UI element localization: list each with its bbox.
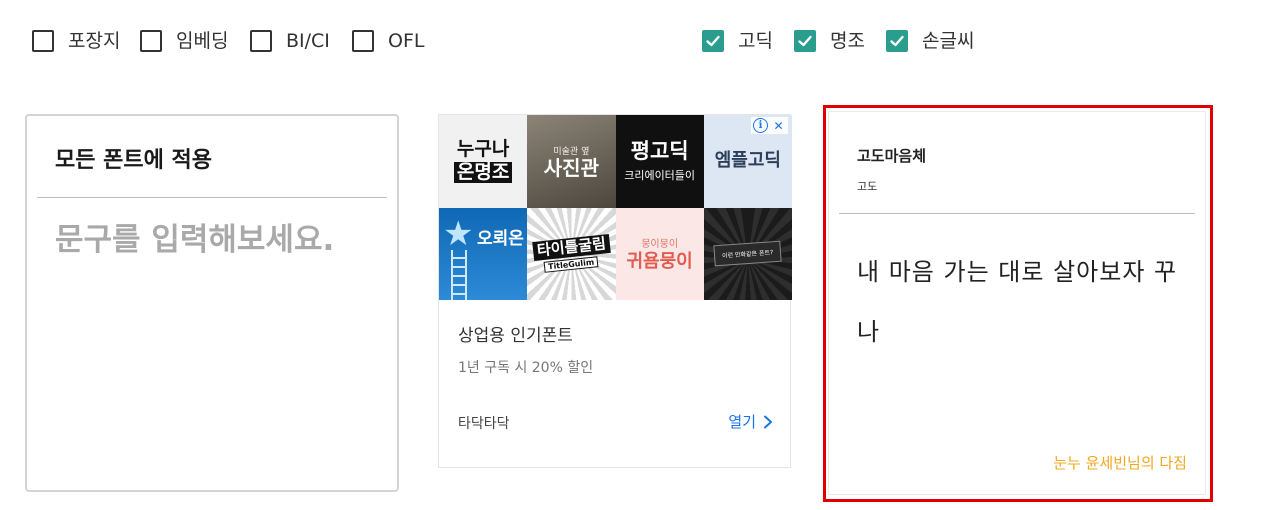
filter-package-label: 포장지 bbox=[68, 30, 121, 52]
checkbox-myeongjo[interactable] bbox=[794, 30, 816, 52]
ad-tile-mungmung[interactable]: 뭉이뭉이 귀욤뭉이 bbox=[615, 207, 704, 300]
ad-open-button[interactable]: 열기 bbox=[728, 411, 774, 432]
ad-tile-text: 미술관 옆 bbox=[553, 146, 590, 157]
checkbox-handwriting[interactable] bbox=[886, 30, 908, 52]
ad-title[interactable]: 상업용 인기폰트 bbox=[458, 321, 573, 346]
filter-handwriting[interactable]: 손글씨 bbox=[886, 26, 974, 56]
checkbox-ofl[interactable] bbox=[352, 30, 374, 52]
filter-gothic[interactable]: 고딕 bbox=[702, 26, 773, 56]
divider bbox=[37, 197, 387, 198]
chevron-right-icon bbox=[764, 415, 772, 428]
filter-myeongjo[interactable]: 명조 bbox=[794, 26, 865, 56]
ad-tile-text: 크리에이터들이 bbox=[624, 168, 696, 182]
ad-tile-comic[interactable]: 이런 만화같은 폰트? bbox=[703, 207, 792, 300]
filter-handwriting-label: 손글씨 bbox=[922, 30, 975, 52]
ad-open-label: 열기 bbox=[728, 413, 756, 431]
filter-bici[interactable]: BI/CI bbox=[250, 26, 330, 56]
filter-bici-label: BI/CI bbox=[286, 30, 330, 52]
close-icon[interactable]: ✕ bbox=[771, 118, 786, 133]
filter-package[interactable]: 포장지 bbox=[32, 26, 120, 56]
ad-advertiser: 타닥타닥 bbox=[458, 416, 510, 432]
checkbox-bici[interactable] bbox=[250, 30, 272, 52]
ad-tile-gallery[interactable]: 미술관 옆 사진관 bbox=[527, 115, 616, 208]
ad-tile-text: 사진관 bbox=[543, 155, 599, 180]
ad-tile-text: 온명조 bbox=[453, 162, 513, 184]
filter-embedding[interactable]: 임베딩 bbox=[140, 26, 228, 56]
ladder-illustration bbox=[451, 249, 467, 300]
ad-tile-text: 뭉이뭉이 bbox=[641, 239, 679, 251]
filter-embedding-label: 임베딩 bbox=[176, 30, 229, 52]
ad-choices-badge[interactable]: i ✕ bbox=[751, 117, 788, 134]
selection-highlight bbox=[823, 105, 1213, 502]
ad-tile-pyeonggothic[interactable]: 평고딕 크리에이터들이 bbox=[615, 115, 704, 208]
preview-text-input[interactable] bbox=[55, 218, 355, 458]
ad-tile-text: 타이틀굴림 bbox=[532, 233, 611, 260]
checkbox-gothic[interactable] bbox=[702, 30, 724, 52]
check-icon bbox=[706, 35, 720, 47]
ad-tile-text: 귀욤뭉이 bbox=[626, 251, 693, 273]
apply-all-title: 모든 폰트에 적용 bbox=[55, 148, 212, 173]
ad-tile-text: 엠플고딕 bbox=[714, 150, 781, 172]
ad-tile-text: 평고딕 bbox=[630, 138, 689, 163]
ad-tile-text: 이런 만화같은 폰트? bbox=[713, 240, 783, 267]
ad-tile-onmyeongjo[interactable]: 누구나 온명조 bbox=[439, 115, 528, 208]
ad-description: 1년 구독 시 20% 할인 bbox=[458, 360, 594, 376]
filter-gothic-label: 고딕 bbox=[738, 30, 773, 52]
ad-image-grid[interactable]: 누구나 온명조 미술관 옆 사진관 평고딕 크리에이터들이 엠플고딕 ★ 오뢰온… bbox=[439, 115, 792, 300]
filter-myeongjo-label: 명조 bbox=[830, 30, 865, 52]
apply-all-card: 모든 폰트에 적용 bbox=[25, 114, 399, 492]
font-filter-bar: 포장지 임베딩 BI/CI OFL 고딕 명조 손글씨 bbox=[32, 26, 1252, 58]
ad-tile-text: TitleGulim bbox=[543, 256, 599, 273]
info-icon[interactable]: i bbox=[753, 118, 768, 133]
ad-card[interactable]: 누구나 온명조 미술관 옆 사진관 평고딕 크리에이터들이 엠플고딕 ★ 오뢰온… bbox=[438, 114, 792, 468]
ad-tile-text: 오뢰온 bbox=[477, 228, 524, 249]
checkbox-package[interactable] bbox=[32, 30, 54, 52]
ad-tile-oroeon[interactable]: ★ 오뢰온 bbox=[439, 207, 528, 300]
check-icon bbox=[890, 35, 904, 47]
check-icon bbox=[798, 35, 812, 47]
filter-ofl-label: OFL bbox=[388, 30, 425, 52]
ad-tile-text: 누구나 bbox=[456, 138, 510, 161]
ad-tile-titlegulim[interactable]: 타이틀굴림 TitleGulim bbox=[527, 207, 616, 300]
filter-ofl[interactable]: OFL bbox=[352, 26, 424, 56]
star-icon: ★ bbox=[443, 213, 474, 254]
checkbox-embedding[interactable] bbox=[140, 30, 162, 52]
